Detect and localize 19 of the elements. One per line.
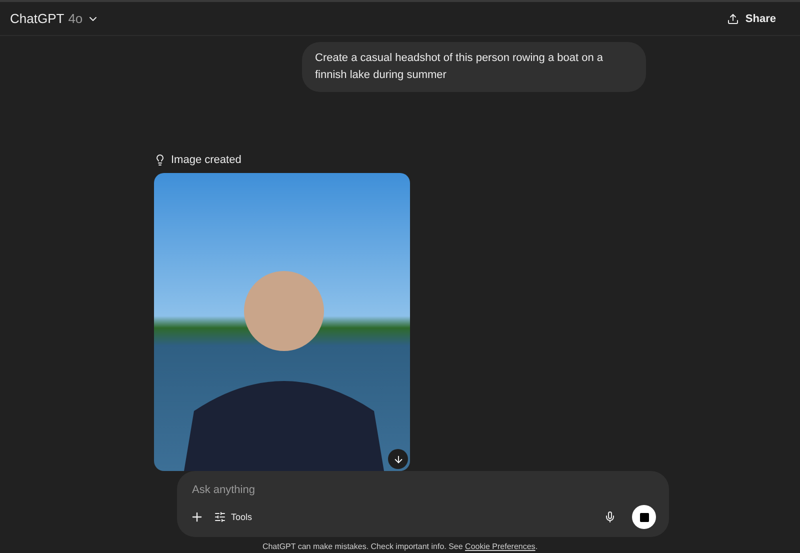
add-button[interactable] (190, 510, 204, 524)
user-message: Create a casual headshot of this person rowing a boat on a finnish lake during summer (302, 42, 646, 92)
disclaimer-text: ChatGPT can make mistakes. Check important info. See Cookie Preferences. (262, 542, 538, 551)
status-text: Image created (171, 154, 242, 166)
lightbulb-icon (154, 154, 166, 166)
model-selector[interactable]: ChatGPT 4o (10, 11, 99, 26)
download-button[interactable] (388, 449, 408, 469)
plus-icon (190, 510, 204, 524)
sliders-icon (214, 511, 226, 523)
cookie-preferences-link[interactable]: Cookie Preferences (465, 542, 536, 551)
tools-button[interactable]: Tools (214, 511, 252, 523)
microphone-button[interactable] (604, 511, 616, 523)
download-icon (392, 454, 404, 464)
stop-button[interactable] (632, 505, 656, 529)
share-button[interactable]: Share (721, 12, 782, 26)
share-icon (727, 12, 740, 24)
microphone-icon (604, 511, 616, 523)
prompt-input[interactable]: Ask anything (190, 483, 390, 497)
stop-icon (640, 512, 648, 522)
